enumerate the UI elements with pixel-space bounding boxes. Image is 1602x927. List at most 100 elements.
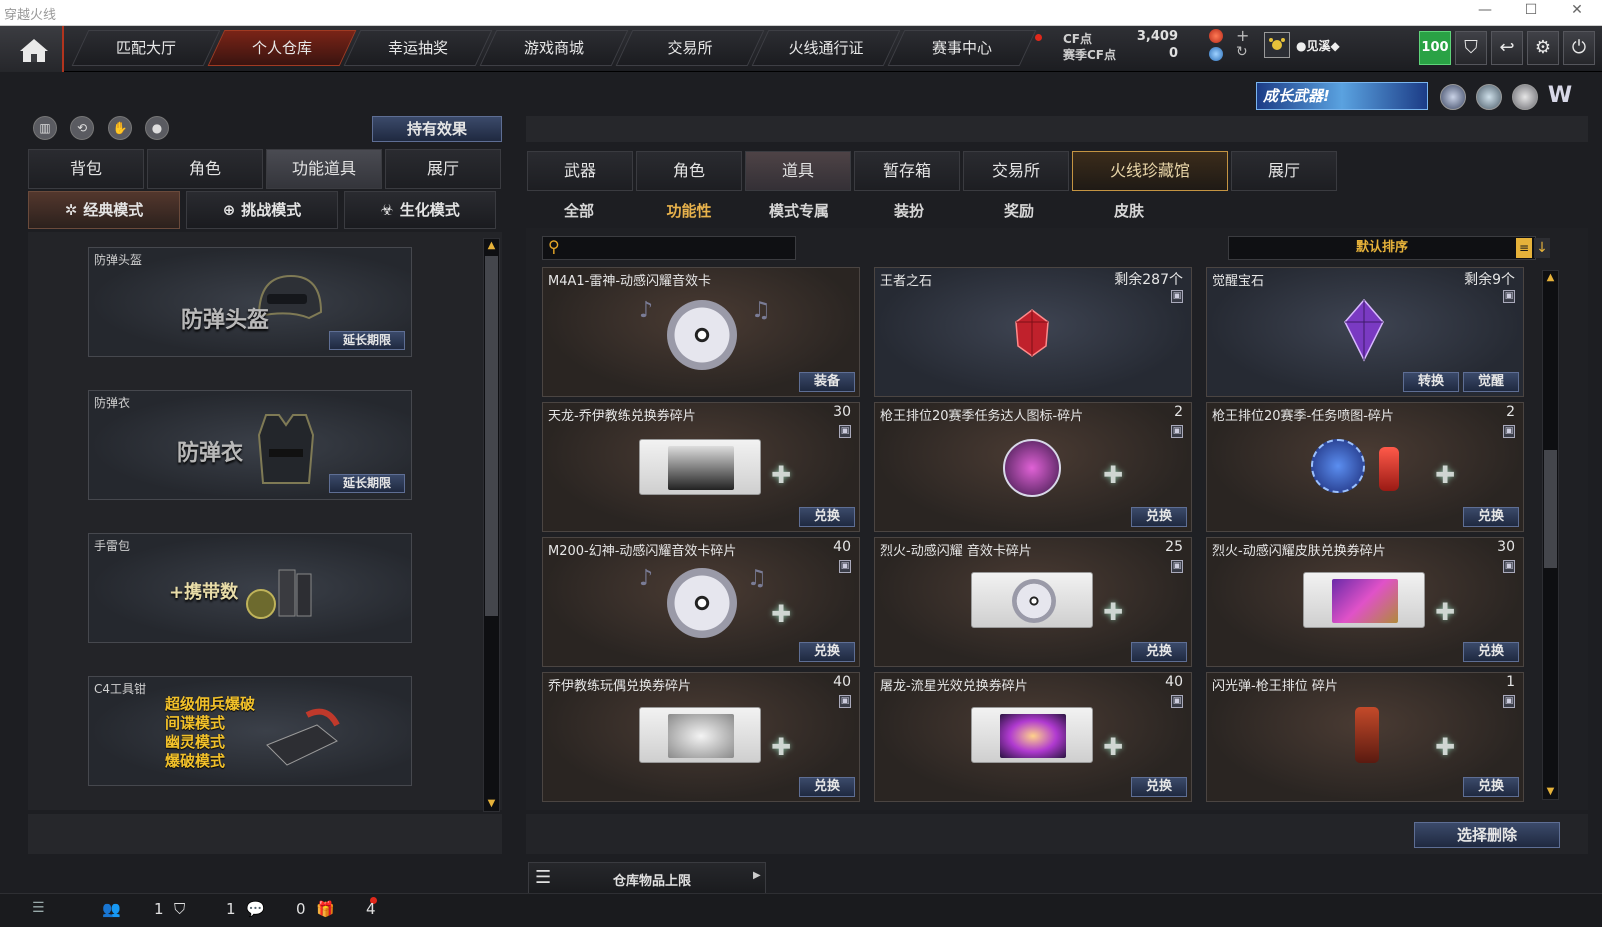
item-card-grenade-pack[interactable]: 手雷包 +携带数 [88, 533, 412, 643]
item-card[interactable]: M200-幻神-动感闪耀音效卡碎片 40 ▣ ♪ ♫ ✚ 兑换 [542, 537, 860, 667]
lock-icon[interactable]: ▣ [1503, 290, 1515, 303]
growth-weapon-banner[interactable]: 成长武器! [1256, 82, 1428, 110]
level-badge[interactable]: 100 [1419, 31, 1451, 65]
close-icon[interactable]: ✕ [1562, 2, 1592, 18]
item-card[interactable]: 王者之石 剩余287个 ▣ [874, 267, 1192, 397]
extend-period-button[interactable]: 延长期限 [329, 474, 405, 493]
awaken-button[interactable]: 觉醒 [1463, 372, 1519, 392]
home-button[interactable] [0, 26, 64, 72]
exchange-button[interactable]: 兑换 [799, 507, 855, 527]
left-tab-function-items[interactable]: 功能道具 [266, 149, 382, 189]
right-tab-exchange[interactable]: 交易所 [963, 151, 1069, 191]
gift-icon[interactable]: 🎁 [316, 900, 335, 918]
globe-icon[interactable] [1476, 84, 1502, 110]
maximize-icon[interactable]: ☐ [1516, 2, 1546, 18]
select-delete-button[interactable]: 选择删除 [1414, 822, 1560, 848]
nav-tab-battle-pass[interactable]: 火线通行证 [751, 30, 901, 66]
scroll-down-icon[interactable]: ▼ [485, 798, 498, 810]
lock-icon[interactable]: ▣ [1171, 560, 1183, 573]
item-card[interactable]: M4A1-雷神-动感闪耀音效卡 ♪ ♫ 装备 [542, 267, 860, 397]
subtab-dress-up[interactable]: 装扮 [854, 200, 964, 221]
exchange-button[interactable]: 兑换 [799, 642, 855, 662]
exchange-button[interactable]: 兑换 [1463, 642, 1519, 662]
left-tab-backpack[interactable]: 背包 [28, 149, 144, 189]
subtab-mode-exclusive[interactable]: 模式专属 [744, 200, 854, 221]
left-scroll-thumb[interactable] [485, 256, 498, 616]
nav-tab-match-lobby[interactable]: 匹配大厅 [71, 30, 221, 66]
item-card[interactable]: 烈火-动感闪耀皮肤兑换券碎片 30 ▣ ✚ 兑换 [1206, 537, 1524, 667]
shield-icon[interactable]: ⛉ [1455, 31, 1487, 65]
item-card[interactable]: 屠龙-流星光效兑换券碎片 40 ▣ ✚ 兑换 [874, 672, 1192, 802]
stats-icon[interactable]: ▥ [33, 116, 57, 140]
scroll-up-icon[interactable]: ▲ [485, 240, 498, 252]
subtab-functional[interactable]: 功能性 [634, 200, 744, 221]
grenade-icon[interactable]: ● [145, 116, 169, 140]
scroll-down-icon[interactable]: ▼ [1544, 786, 1557, 798]
hold-effect-button[interactable]: 持有效果 [372, 116, 502, 142]
subtab-all[interactable]: 全部 [524, 200, 634, 221]
right-tab-storage-box[interactable]: 暂存箱 [854, 151, 960, 191]
mode-biochemical[interactable]: ☣ 生化模式 [344, 191, 496, 229]
item-card[interactable]: 觉醒宝石 剩余9个 ▣ 转换 觉醒 [1206, 267, 1524, 397]
history-icon[interactable]: ⟲ [70, 116, 94, 140]
return-icon[interactable]: ↩ [1491, 31, 1523, 65]
exchange-button[interactable]: 兑换 [799, 777, 855, 797]
item-card[interactable]: 乔伊教练玩偶兑换券碎片 40 ▣ ✚ 兑换 [542, 672, 860, 802]
right-tab-character[interactable]: 角色 [636, 151, 742, 191]
search-box[interactable]: ⚲ [542, 236, 796, 260]
item-card-c4-tool[interactable]: C4工具钳 超级佣兵爆破 间谍模式 幽灵模式 爆破模式 [88, 676, 412, 786]
right-tab-items[interactable]: 道具 [745, 151, 851, 191]
extend-period-button[interactable]: 延长期限 [329, 331, 405, 350]
hand-icon[interactable]: ✋ [108, 116, 132, 140]
lock-icon[interactable]: ▣ [1171, 695, 1183, 708]
nav-tab-lucky-draw[interactable]: 幸运抽奖 [343, 30, 493, 66]
search-input[interactable] [571, 239, 791, 257]
clan-shield-icon[interactable]: ⛉ [174, 900, 185, 918]
exchange-button[interactable]: 兑换 [1131, 642, 1187, 662]
right-tab-collection-hall[interactable]: 火线珍藏馆 [1072, 151, 1228, 191]
rank-badge-icon[interactable] [1264, 32, 1290, 58]
settings-gear-icon[interactable]: ⚙ [1527, 31, 1559, 65]
list-view-icon[interactable]: ≡ [1516, 238, 1532, 258]
nav-tab-exchange[interactable]: 交易所 [615, 30, 765, 66]
tool-icon[interactable] [1512, 84, 1538, 110]
lock-icon[interactable]: ▣ [839, 425, 851, 438]
right-tab-weapons[interactable]: 武器 [527, 151, 633, 191]
item-card[interactable]: 枪王排位20赛季任务达人图标-碎片 2 ▣ ✚ 兑换 [874, 402, 1192, 532]
chat-bubble-icon[interactable]: 💬 [246, 900, 265, 918]
exchange-button[interactable]: 兑换 [1131, 507, 1187, 527]
sort-dropdown[interactable]: 默认排序 [1228, 236, 1536, 260]
right-tab-showroom[interactable]: 展厅 [1231, 151, 1337, 191]
exchange-button[interactable]: 兑换 [1131, 777, 1187, 797]
nav-tab-personal-warehouse[interactable]: 个人仓库 [207, 30, 357, 66]
item-card[interactable]: 天龙-乔伊教练兑换券碎片 30 ▣ ✚ 兑换 [542, 402, 860, 532]
left-tab-character[interactable]: 角色 [147, 149, 263, 189]
lock-icon[interactable]: ▣ [1171, 425, 1183, 438]
nav-tab-event-center[interactable]: 赛事中心 [887, 30, 1037, 66]
sort-direction-icon[interactable]: ↓ [1534, 238, 1550, 258]
wing-icon[interactable]: W [1546, 84, 1574, 110]
exchange-button[interactable]: 兑换 [1463, 507, 1519, 527]
lock-icon[interactable]: ▣ [1503, 425, 1515, 438]
subtab-rewards[interactable]: 奖励 [964, 200, 1074, 221]
mode-classic[interactable]: ✲ 经典模式 [28, 191, 180, 229]
subtab-skins[interactable]: 皮肤 [1074, 200, 1184, 221]
item-card[interactable]: 闪光弹-枪王排位 碎片 1 ▣ ✚ 兑换 [1206, 672, 1524, 802]
item-card[interactable]: 枪王排位20赛季-任务喷图-碎片 2 ▣ ✚ 兑换 [1206, 402, 1524, 532]
username[interactable]: ●见溪◆ [1296, 37, 1340, 54]
nav-tab-game-store[interactable]: 游戏商城 [479, 30, 629, 66]
right-scroll-thumb[interactable] [1544, 450, 1557, 568]
power-icon[interactable]: ⏻ [1563, 31, 1595, 65]
add-cf-icon[interactable]: + [1236, 26, 1249, 45]
menu-icon[interactable]: ☰ [32, 900, 45, 916]
lock-icon[interactable]: ▣ [1503, 560, 1515, 573]
capacity-bar[interactable]: ☰ 仓库物品上限 ▶ [528, 862, 766, 894]
item-card-vest[interactable]: 防弹衣 防弹衣 延长期限 [88, 390, 412, 500]
equip-button[interactable]: 装备 [799, 372, 855, 392]
exchange-button[interactable]: 兑换 [1463, 777, 1519, 797]
lock-icon[interactable]: ▣ [1503, 695, 1515, 708]
item-card-helmet[interactable]: 防弹头盔 防弹头盔 延长期限 [88, 247, 412, 357]
emblem-icon[interactable] [1440, 84, 1466, 110]
friends-icon[interactable]: 👥 [102, 900, 121, 918]
item-card[interactable]: 烈火-动感闪耀 音效卡碎片 25 ▣ ✚ 兑换 [874, 537, 1192, 667]
